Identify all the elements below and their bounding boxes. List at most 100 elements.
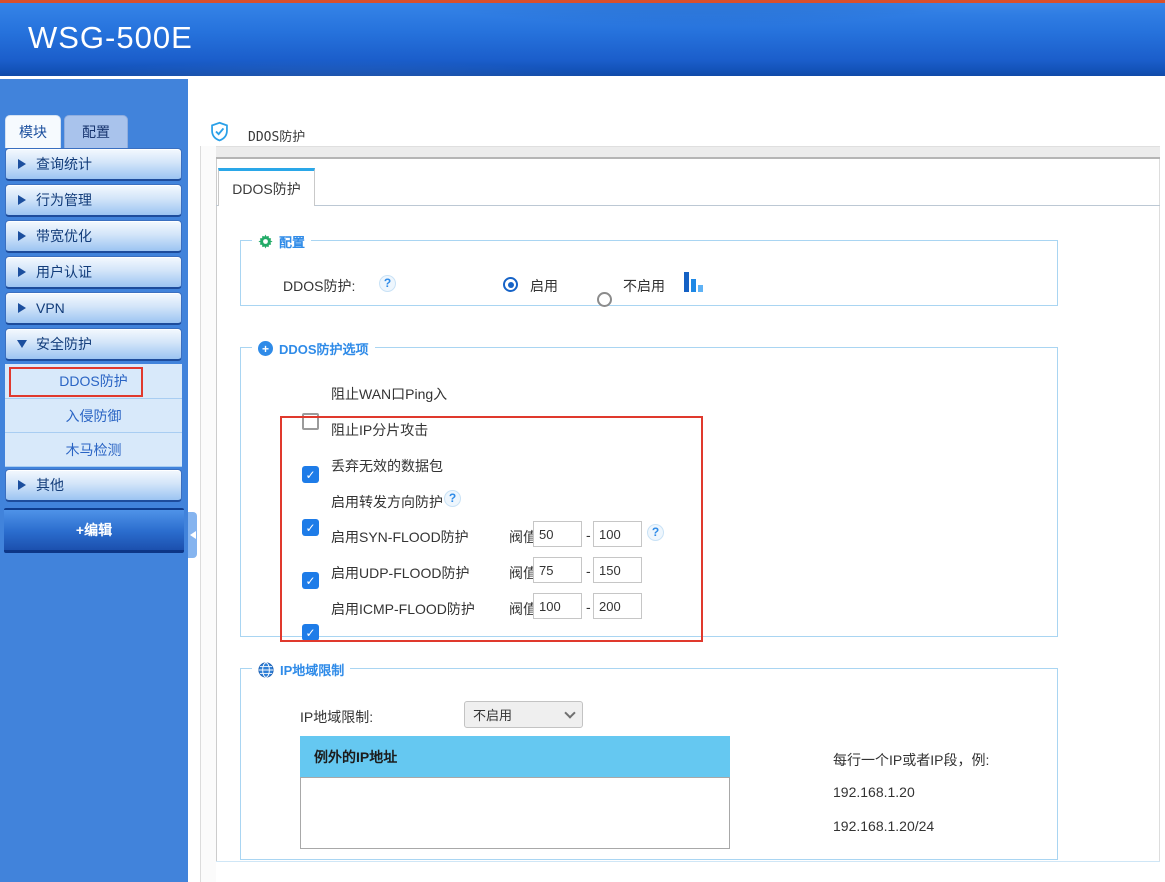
- select-value: 不启用: [473, 705, 512, 724]
- question-mark-icon[interactable]: [647, 524, 664, 541]
- plus-circle-icon: [258, 341, 273, 356]
- icmp-flood-min-input[interactable]: [533, 593, 582, 619]
- sidebar-item-trojan[interactable]: 木马检测: [5, 432, 182, 466]
- ip-region-select[interactable]: 不启用: [464, 701, 583, 728]
- horizontal-scrollbar[interactable]: [216, 146, 1160, 159]
- chevron-left-icon: [190, 531, 196, 539]
- icmp-flood-max-input[interactable]: [593, 593, 642, 619]
- chevron-right-icon: [18, 267, 26, 277]
- radio-disable[interactable]: [597, 292, 612, 307]
- checkbox-label[interactable]: 阻止IP分片攻击: [331, 420, 428, 440]
- edit-button[interactable]: +编辑: [4, 508, 184, 553]
- udp-flood-min-input[interactable]: [533, 557, 582, 583]
- sidebar-item-label: 用户认证: [36, 262, 92, 282]
- ip-region-section-legend: IP地域限制: [252, 660, 350, 679]
- sidebar-item-behavior[interactable]: 行为管理: [5, 184, 182, 217]
- radio-enable[interactable]: [503, 277, 518, 292]
- chevron-right-icon: [18, 231, 26, 241]
- section-title: IP地域限制: [280, 660, 344, 679]
- config-section-legend: 配置: [252, 232, 311, 251]
- breadcrumb: DDOS防护: [248, 126, 305, 145]
- ddos-field-label: DDOS防护:: [283, 276, 355, 296]
- sidebar-item-label: 其他: [36, 475, 64, 495]
- sidebar-tab-config[interactable]: 配置: [64, 115, 128, 148]
- config-section: [240, 240, 1058, 306]
- sidebar-item-user-auth[interactable]: 用户认证: [5, 256, 182, 289]
- range-separator: -: [586, 527, 591, 543]
- sidebar-item-query-stats[interactable]: 查询统计: [5, 148, 182, 181]
- sidebar-item-bandwidth[interactable]: 带宽优化: [5, 220, 182, 253]
- checkbox-label[interactable]: 启用SYN-FLOOD防护: [331, 527, 469, 547]
- sidebar-item-label: 查询统计: [36, 154, 92, 174]
- tab-divider: [216, 205, 1160, 206]
- radio-disable-label[interactable]: 不启用: [623, 276, 665, 296]
- table-header-label: 例外的IP地址: [314, 747, 397, 767]
- ip-hint-line: 192.168.1.20/24: [833, 818, 934, 834]
- checkbox-label[interactable]: 启用UDP-FLOOD防护: [331, 563, 469, 583]
- checkbox-label[interactable]: 阻止WAN口Ping入: [331, 384, 447, 404]
- sidebar-item-ddos[interactable]: DDOS防护: [5, 364, 182, 398]
- sidebar-collapse-handle[interactable]: [188, 512, 197, 558]
- syn-flood-max-input[interactable]: [593, 521, 642, 547]
- options-section-legend: DDOS防护选项: [252, 339, 375, 358]
- checkbox-block-wan-ping[interactable]: [302, 413, 319, 430]
- sidebar-tab-modules[interactable]: 模块: [5, 115, 61, 148]
- sidebar-subitem-label: 木马检测: [66, 440, 122, 460]
- checkbox-label[interactable]: 丢弃无效的数据包: [331, 456, 443, 476]
- ip-hint-line: 192.168.1.20: [833, 784, 915, 800]
- edit-button-label: +编辑: [76, 520, 112, 540]
- sidebar-item-label: VPN: [36, 300, 65, 316]
- syn-flood-min-input[interactable]: [533, 521, 582, 547]
- question-mark-icon[interactable]: [379, 275, 396, 292]
- ip-region-field-label: IP地域限制:: [300, 707, 373, 727]
- sidebar-item-vpn[interactable]: VPN: [5, 292, 182, 325]
- panel-bottom-divider: [216, 861, 1160, 862]
- sidebar-tab-label: 配置: [82, 122, 110, 142]
- sidebar-item-label: 带宽优化: [36, 226, 92, 246]
- radio-enable-label[interactable]: 启用: [530, 276, 558, 296]
- chevron-right-icon: [18, 480, 26, 490]
- exception-ip-textarea[interactable]: [300, 777, 730, 849]
- ip-hint-line: 每行一个IP或者IP段，例:: [833, 750, 989, 770]
- sidebar-item-other[interactable]: 其他: [5, 469, 182, 502]
- bar: [698, 285, 703, 292]
- app-window: WSG-500E 模块 配置 查询统计 行为管理 带宽优化 用户认证 VPN: [0, 0, 1165, 882]
- section-title: 配置: [279, 232, 305, 251]
- checkbox-drop-invalid[interactable]: [302, 519, 319, 536]
- device-title: WSG-500E: [28, 20, 193, 56]
- checkbox-forward-protect[interactable]: [302, 572, 319, 589]
- sidebar-subitem-label: 入侵防御: [66, 406, 122, 426]
- question-mark-icon[interactable]: [444, 490, 461, 507]
- sidebar-item-label: 行为管理: [36, 190, 92, 210]
- chevron-right-icon: [18, 303, 26, 313]
- bar-chart-icon[interactable]: [684, 272, 703, 292]
- shield-check-icon: [209, 121, 230, 142]
- range-separator: -: [586, 563, 591, 579]
- checkbox-label[interactable]: 启用ICMP-FLOOD防护: [331, 599, 475, 619]
- header-banner: WSG-500E: [0, 3, 1165, 76]
- section-title: DDOS防护选项: [279, 339, 369, 358]
- sidebar-subitem-label: DDOS防护: [59, 371, 127, 391]
- checkbox-block-ip-frag[interactable]: [302, 466, 319, 483]
- chevron-down-icon: [564, 707, 575, 718]
- tab-label: DDOS防护: [232, 179, 300, 199]
- udp-flood-max-input[interactable]: [593, 557, 642, 583]
- sidebar-item-intrusion[interactable]: 入侵防御: [5, 398, 182, 432]
- security-submenu: DDOS防护 入侵防御 木马检测: [5, 364, 182, 467]
- gear-icon: [258, 234, 273, 249]
- chevron-right-icon: [18, 159, 26, 169]
- bar: [684, 272, 689, 292]
- bar: [691, 279, 696, 292]
- sidebar-item-label: 安全防护: [36, 334, 92, 354]
- exception-ip-header: 例外的IP地址: [300, 736, 730, 777]
- checkbox-label[interactable]: 启用转发方向防护: [331, 492, 443, 512]
- sidebar-tab-label: 模块: [19, 122, 47, 142]
- checkbox-syn-flood[interactable]: [302, 624, 319, 641]
- range-separator: -: [586, 599, 591, 615]
- vertical-scrollbar[interactable]: [200, 146, 216, 882]
- chevron-down-icon: [17, 340, 27, 348]
- globe-icon: [258, 662, 274, 678]
- tab-ddos[interactable]: DDOS防护: [218, 168, 315, 206]
- sidebar-item-security[interactable]: 安全防护: [5, 328, 182, 361]
- chevron-right-icon: [18, 195, 26, 205]
